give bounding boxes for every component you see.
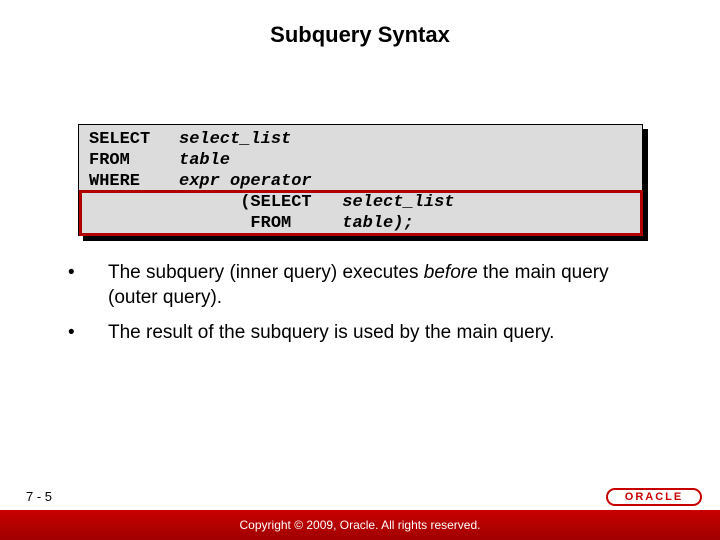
code-kw-from: FROM [89,150,179,171]
code-indent-spaces-1 [179,192,240,213]
code-kw-where: WHERE [89,171,179,192]
code-inner-table-close: table); [342,213,413,234]
bullet-1-text: The subquery (inner query) executes befo… [108,260,652,310]
oracle-logo-text: ORACLE [606,488,702,506]
bullet-1: • The subquery (inner query) executes be… [62,260,652,310]
code-inner-select-list: select_list [342,192,454,213]
oracle-logo: ORACLE [606,488,702,506]
code-inner-from: FROM [250,213,291,234]
copyright-text: Copyright © 2009, Oracle. All rights res… [0,518,720,532]
bullet-marker: • [62,320,108,345]
code-indent-2 [89,213,179,234]
bullet-2-text: The result of the subquery is used by th… [108,320,652,345]
page-number: 7 - 5 [26,489,52,504]
code-inner-open: (SELECT [240,192,311,213]
code-inner-gap-1 [312,192,343,213]
bullet-list: • The subquery (inner query) executes be… [62,260,652,355]
code-box-body: SELECTselect_list FROMtable WHEREexpr op… [78,124,643,236]
code-indent-spaces-2 [179,213,250,234]
slide-title: Subquery Syntax [0,22,720,48]
bullet-marker: • [62,260,108,310]
code-arg-select-list: select_list [179,129,291,150]
code-arg-expr-op: expr operator [179,171,312,192]
code-indent-1 [89,192,179,213]
code-box: SELECTselect_list FROMtable WHEREexpr op… [78,124,643,236]
code-arg-table: table [179,150,230,171]
code-inner-gap-2 [291,213,342,234]
code-kw-select: SELECT [89,129,179,150]
slide: Subquery Syntax SELECTselect_list FROMta… [0,0,720,540]
bullet-2: • The result of the subquery is used by … [62,320,652,345]
